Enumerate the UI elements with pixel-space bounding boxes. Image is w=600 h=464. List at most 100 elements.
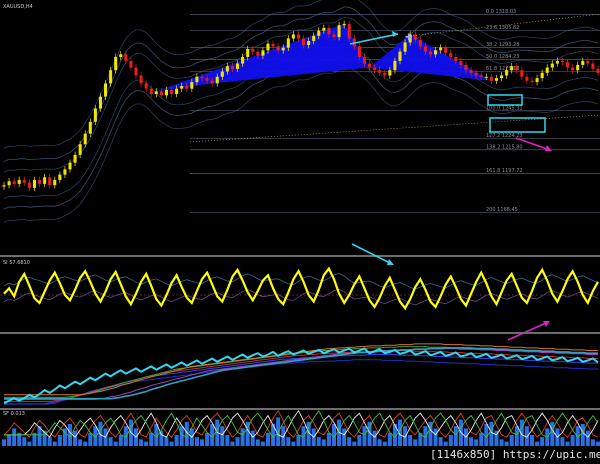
candle-body <box>525 76 529 81</box>
histogram-bar <box>57 435 62 446</box>
histogram-bar <box>474 439 479 446</box>
candle-body <box>195 76 199 83</box>
trading-chart-window: XAUUSD,H4 0.0 1318.03 23.6 1305.82 38.2 12… <box>0 0 600 461</box>
candle-body <box>596 68 600 73</box>
candle-body <box>230 66 234 69</box>
candle-body <box>332 34 336 38</box>
pattern-triangle <box>369 34 492 81</box>
candle-body <box>58 174 62 180</box>
histogram-bar <box>83 441 88 446</box>
histogram-bar <box>240 428 245 446</box>
fib-level-label: 38.2 1293.28 <box>486 42 519 48</box>
candle-body <box>571 67 575 71</box>
histogram-bar <box>453 426 458 446</box>
histogram-bar <box>78 439 83 446</box>
histogram-bar <box>199 439 205 446</box>
candle-body <box>505 70 509 76</box>
candle-body <box>586 60 590 64</box>
highlight-box-lower <box>489 117 546 133</box>
candle-body <box>428 51 432 55</box>
histogram-bar <box>139 439 144 446</box>
candle-body <box>276 46 280 51</box>
histogram-bar <box>220 426 225 446</box>
candle-body <box>154 91 158 94</box>
candle-body <box>307 41 311 46</box>
candle-body <box>434 50 438 55</box>
candle-body <box>246 49 250 57</box>
candle-body <box>88 121 92 134</box>
histogram-bar <box>88 432 93 446</box>
candle-body <box>32 179 36 188</box>
candle-body <box>393 60 397 71</box>
candle-body <box>576 64 580 71</box>
histogram-waves <box>3 409 599 438</box>
histogram-bar <box>357 435 362 446</box>
candle-body <box>566 62 570 68</box>
histogram-bar <box>118 435 123 446</box>
candle-body <box>215 76 219 84</box>
histogram-bar <box>149 432 154 446</box>
cyan-arrow-top <box>349 33 399 45</box>
fib-level-label: 61.8 1275.18 <box>486 66 519 72</box>
histogram-bar <box>377 439 382 446</box>
candle-body <box>474 72 478 76</box>
oscillator-band <box>3 288 599 306</box>
histogram-bar <box>529 435 535 446</box>
candle-body <box>256 51 260 56</box>
candle-body <box>200 76 204 79</box>
histogram-bar <box>443 441 448 446</box>
histogram-bar <box>342 428 347 446</box>
histogram-bar <box>321 439 326 446</box>
fib-level-label: 0.0 1318.03 <box>486 9 516 15</box>
candle-body <box>362 56 366 64</box>
histogram-bar <box>535 441 540 446</box>
candle-body <box>43 177 47 184</box>
magenta-arrow-top-head <box>545 145 552 151</box>
histogram-bar <box>433 428 438 446</box>
candle-body <box>78 144 82 155</box>
candle-body <box>337 25 341 38</box>
candle-body <box>291 34 295 39</box>
candle-body <box>68 162 72 170</box>
candle-body <box>139 75 143 84</box>
histogram-bar <box>560 437 565 446</box>
histogram-panel: SF 0.013 <box>1 409 600 446</box>
candle-body <box>159 91 163 96</box>
histogram-bar <box>265 432 271 446</box>
candle-body <box>418 39 422 47</box>
candle-body <box>164 90 168 96</box>
candle-body <box>286 38 290 48</box>
fib-level-label: 23.6 1305.82 <box>486 25 519 31</box>
histogram-bar <box>469 437 474 446</box>
candle-body <box>296 34 300 39</box>
histogram-bar <box>489 421 494 446</box>
oscillator-bands <box>0 272 600 306</box>
candle-body <box>312 35 316 42</box>
candle-body <box>545 67 549 73</box>
fib-level-label: 161.8 1197.72 <box>486 168 523 174</box>
histogram-bar <box>194 437 199 446</box>
candle-body <box>530 80 534 83</box>
histogram-bar <box>144 441 149 446</box>
candle-body <box>83 133 87 145</box>
histogram-bar <box>352 441 357 446</box>
magenta-arrow-bottom <box>507 321 549 341</box>
candle-body <box>581 60 585 65</box>
fib-level-label: 100.0 1245.31 <box>486 105 523 111</box>
histogram-bar <box>291 441 296 446</box>
candle-body <box>134 67 138 76</box>
histogram-bar <box>540 437 545 446</box>
candle-body <box>494 78 498 81</box>
candle-body <box>144 83 148 89</box>
fibonacci-levels: 0.0 1318.03 23.6 1305.82 38.2 1293.28 50.0 … <box>190 9 600 213</box>
candle-body <box>449 52 453 57</box>
candle-body <box>500 75 504 79</box>
oscillator-panel: SI 57.6810 <box>0 243 600 341</box>
candle-body <box>510 66 514 71</box>
histogram-bar <box>408 435 413 446</box>
dotted-trendline-lower <box>189 114 600 143</box>
candle-body <box>464 64 468 71</box>
candle-body <box>469 70 473 73</box>
histogram-bar <box>509 435 514 446</box>
cyan-arrow-bottom-head <box>387 259 394 265</box>
